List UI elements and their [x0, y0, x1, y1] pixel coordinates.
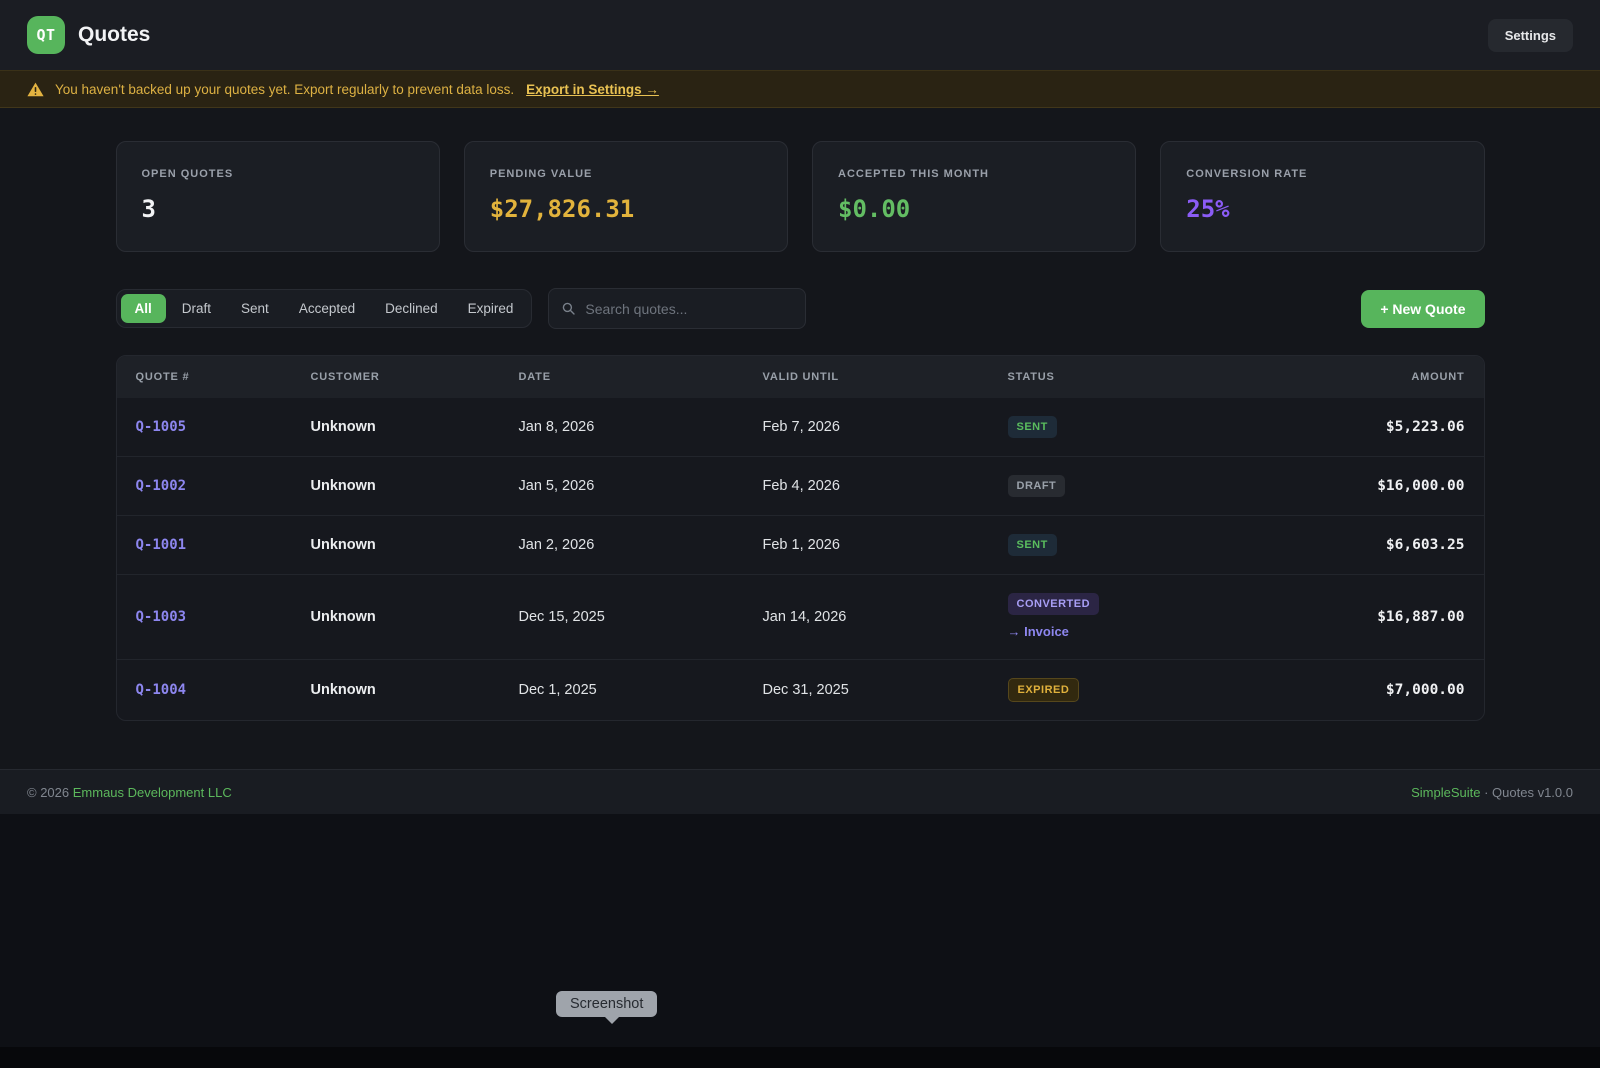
date-cell: Dec 1, 2025 — [519, 682, 763, 698]
status-badge: EXPIRED — [1008, 678, 1080, 702]
customer-cell: Unknown — [311, 419, 519, 435]
warning-icon — [27, 82, 44, 97]
valid-until-cell: Jan 14, 2026 — [763, 609, 1008, 625]
valid-until-cell: Feb 4, 2026 — [763, 478, 1008, 494]
main-area: OPEN QUOTES 3 PENDING VALUE $27,826.31 A… — [0, 108, 1600, 769]
table-row: Q-1002 Unknown Jan 5, 2026 Feb 4, 2026 D… — [117, 456, 1484, 515]
date-cell: Jan 8, 2026 — [519, 419, 763, 435]
stat-value: $27,826.31 — [490, 195, 762, 223]
toolbar: All Draft Sent Accepted Declined Expired… — [116, 288, 1485, 329]
stat-value: $0.00 — [838, 195, 1110, 223]
search-icon — [562, 302, 575, 315]
app-header: QT Quotes Settings — [0, 0, 1600, 70]
date-cell: Jan 2, 2026 — [519, 537, 763, 553]
new-quote-button[interactable]: + New Quote — [1361, 290, 1484, 328]
stat-card-pending-value: PENDING VALUE $27,826.31 — [464, 141, 788, 252]
quote-number-link[interactable]: Q-1005 — [136, 419, 187, 435]
stat-label: CONVERSION RATE — [1186, 168, 1458, 180]
table-header-row: QUOTE # CUSTOMER DATE VALID UNTIL STATUS… — [117, 356, 1484, 398]
table-body: Q-1005 Unknown Jan 8, 2026 Feb 7, 2026 S… — [117, 398, 1484, 720]
column-header-amount: AMOUNT — [1248, 371, 1465, 383]
amount-cell: $16,887.00 — [1248, 609, 1465, 625]
stat-label: OPEN QUOTES — [142, 168, 414, 180]
quotes-table: QUOTE # CUSTOMER DATE VALID UNTIL STATUS… — [116, 355, 1485, 721]
app-logo: QT — [27, 16, 65, 54]
company-link[interactable]: Emmaus Development LLC — [73, 785, 232, 800]
tab-accepted[interactable]: Accepted — [285, 294, 369, 323]
stat-label: PENDING VALUE — [490, 168, 762, 180]
tab-expired[interactable]: Expired — [454, 294, 528, 323]
column-header-date: DATE — [519, 371, 763, 383]
tab-draft[interactable]: Draft — [168, 294, 225, 323]
table-row: Q-1004 Unknown Dec 1, 2025 Dec 31, 2025 … — [117, 659, 1484, 720]
status-badge: CONVERTED — [1008, 593, 1100, 615]
stat-card-open-quotes: OPEN QUOTES 3 — [116, 141, 440, 252]
simplesuite-link[interactable]: SimpleSuite — [1411, 785, 1480, 800]
invoice-link[interactable]: → Invoice — [1008, 624, 1069, 639]
customer-cell: Unknown — [311, 609, 519, 625]
column-header-valid-until: VALID UNTIL — [763, 371, 1008, 383]
tab-all[interactable]: All — [121, 294, 166, 323]
amount-cell: $6,603.25 — [1248, 537, 1465, 553]
backup-warning-banner: You haven't backed up your quotes yet. E… — [0, 70, 1600, 108]
stat-value: 25% — [1186, 195, 1458, 223]
screenshot-tooltip: Screenshot — [556, 991, 657, 1017]
page-title: Quotes — [78, 23, 150, 47]
app-footer: © 2026 Emmaus Development LLC SimpleSuit… — [0, 769, 1600, 814]
status-badge: DRAFT — [1008, 475, 1066, 497]
customer-cell: Unknown — [311, 478, 519, 494]
tab-sent[interactable]: Sent — [227, 294, 283, 323]
stat-cards: OPEN QUOTES 3 PENDING VALUE $27,826.31 A… — [116, 141, 1485, 252]
date-cell: Jan 5, 2026 — [519, 478, 763, 494]
footer-copyright: © 2026 Emmaus Development LLC — [27, 785, 232, 800]
table-row: Q-1003 Unknown Dec 15, 2025 Jan 14, 2026… — [117, 574, 1484, 659]
version-text: · Quotes v1.0.0 — [1484, 785, 1573, 800]
tab-declined[interactable]: Declined — [371, 294, 452, 323]
taskbar-strip — [0, 1047, 1600, 1068]
stat-value: 3 — [142, 195, 414, 223]
stat-label: ACCEPTED THIS MONTH — [838, 168, 1110, 180]
search-input[interactable] — [585, 301, 792, 317]
search-box — [548, 288, 806, 329]
amount-cell: $16,000.00 — [1248, 478, 1465, 494]
valid-until-cell: Feb 1, 2026 — [763, 537, 1008, 553]
quote-number-link[interactable]: Q-1003 — [136, 609, 187, 625]
valid-until-cell: Dec 31, 2025 — [763, 682, 1008, 698]
copyright-text: © 2026 — [27, 785, 69, 800]
customer-cell: Unknown — [311, 537, 519, 553]
amount-cell: $5,223.06 — [1248, 419, 1465, 435]
status-badge: SENT — [1008, 534, 1057, 556]
quote-number-link[interactable]: Q-1004 — [136, 682, 187, 698]
table-row: Q-1005 Unknown Jan 8, 2026 Feb 7, 2026 S… — [117, 398, 1484, 456]
settings-button[interactable]: Settings — [1488, 19, 1573, 52]
date-cell: Dec 15, 2025 — [519, 609, 763, 625]
amount-cell: $7,000.00 — [1248, 682, 1465, 698]
quote-number-link[interactable]: Q-1001 — [136, 537, 187, 553]
table-row: Q-1001 Unknown Jan 2, 2026 Feb 1, 2026 S… — [117, 515, 1484, 574]
status-badge: SENT — [1008, 416, 1057, 438]
column-header-status: STATUS — [1008, 371, 1248, 383]
customer-cell: Unknown — [311, 682, 519, 698]
stat-card-conversion-rate: CONVERSION RATE 25% — [1160, 141, 1484, 252]
banner-message: You haven't backed up your quotes yet. E… — [55, 82, 514, 97]
stat-card-accepted-month: ACCEPTED THIS MONTH $0.00 — [812, 141, 1136, 252]
column-header-quote: QUOTE # — [136, 371, 311, 383]
quote-number-link[interactable]: Q-1002 — [136, 478, 187, 494]
status-filter-tabs: All Draft Sent Accepted Declined Expired — [116, 289, 533, 328]
valid-until-cell: Feb 7, 2026 — [763, 419, 1008, 435]
column-header-customer: CUSTOMER — [311, 371, 519, 383]
export-settings-link[interactable]: Export in Settings → — [526, 82, 659, 97]
empty-desktop-area — [0, 814, 1600, 1047]
footer-brand: SimpleSuite · Quotes v1.0.0 — [1411, 785, 1573, 800]
